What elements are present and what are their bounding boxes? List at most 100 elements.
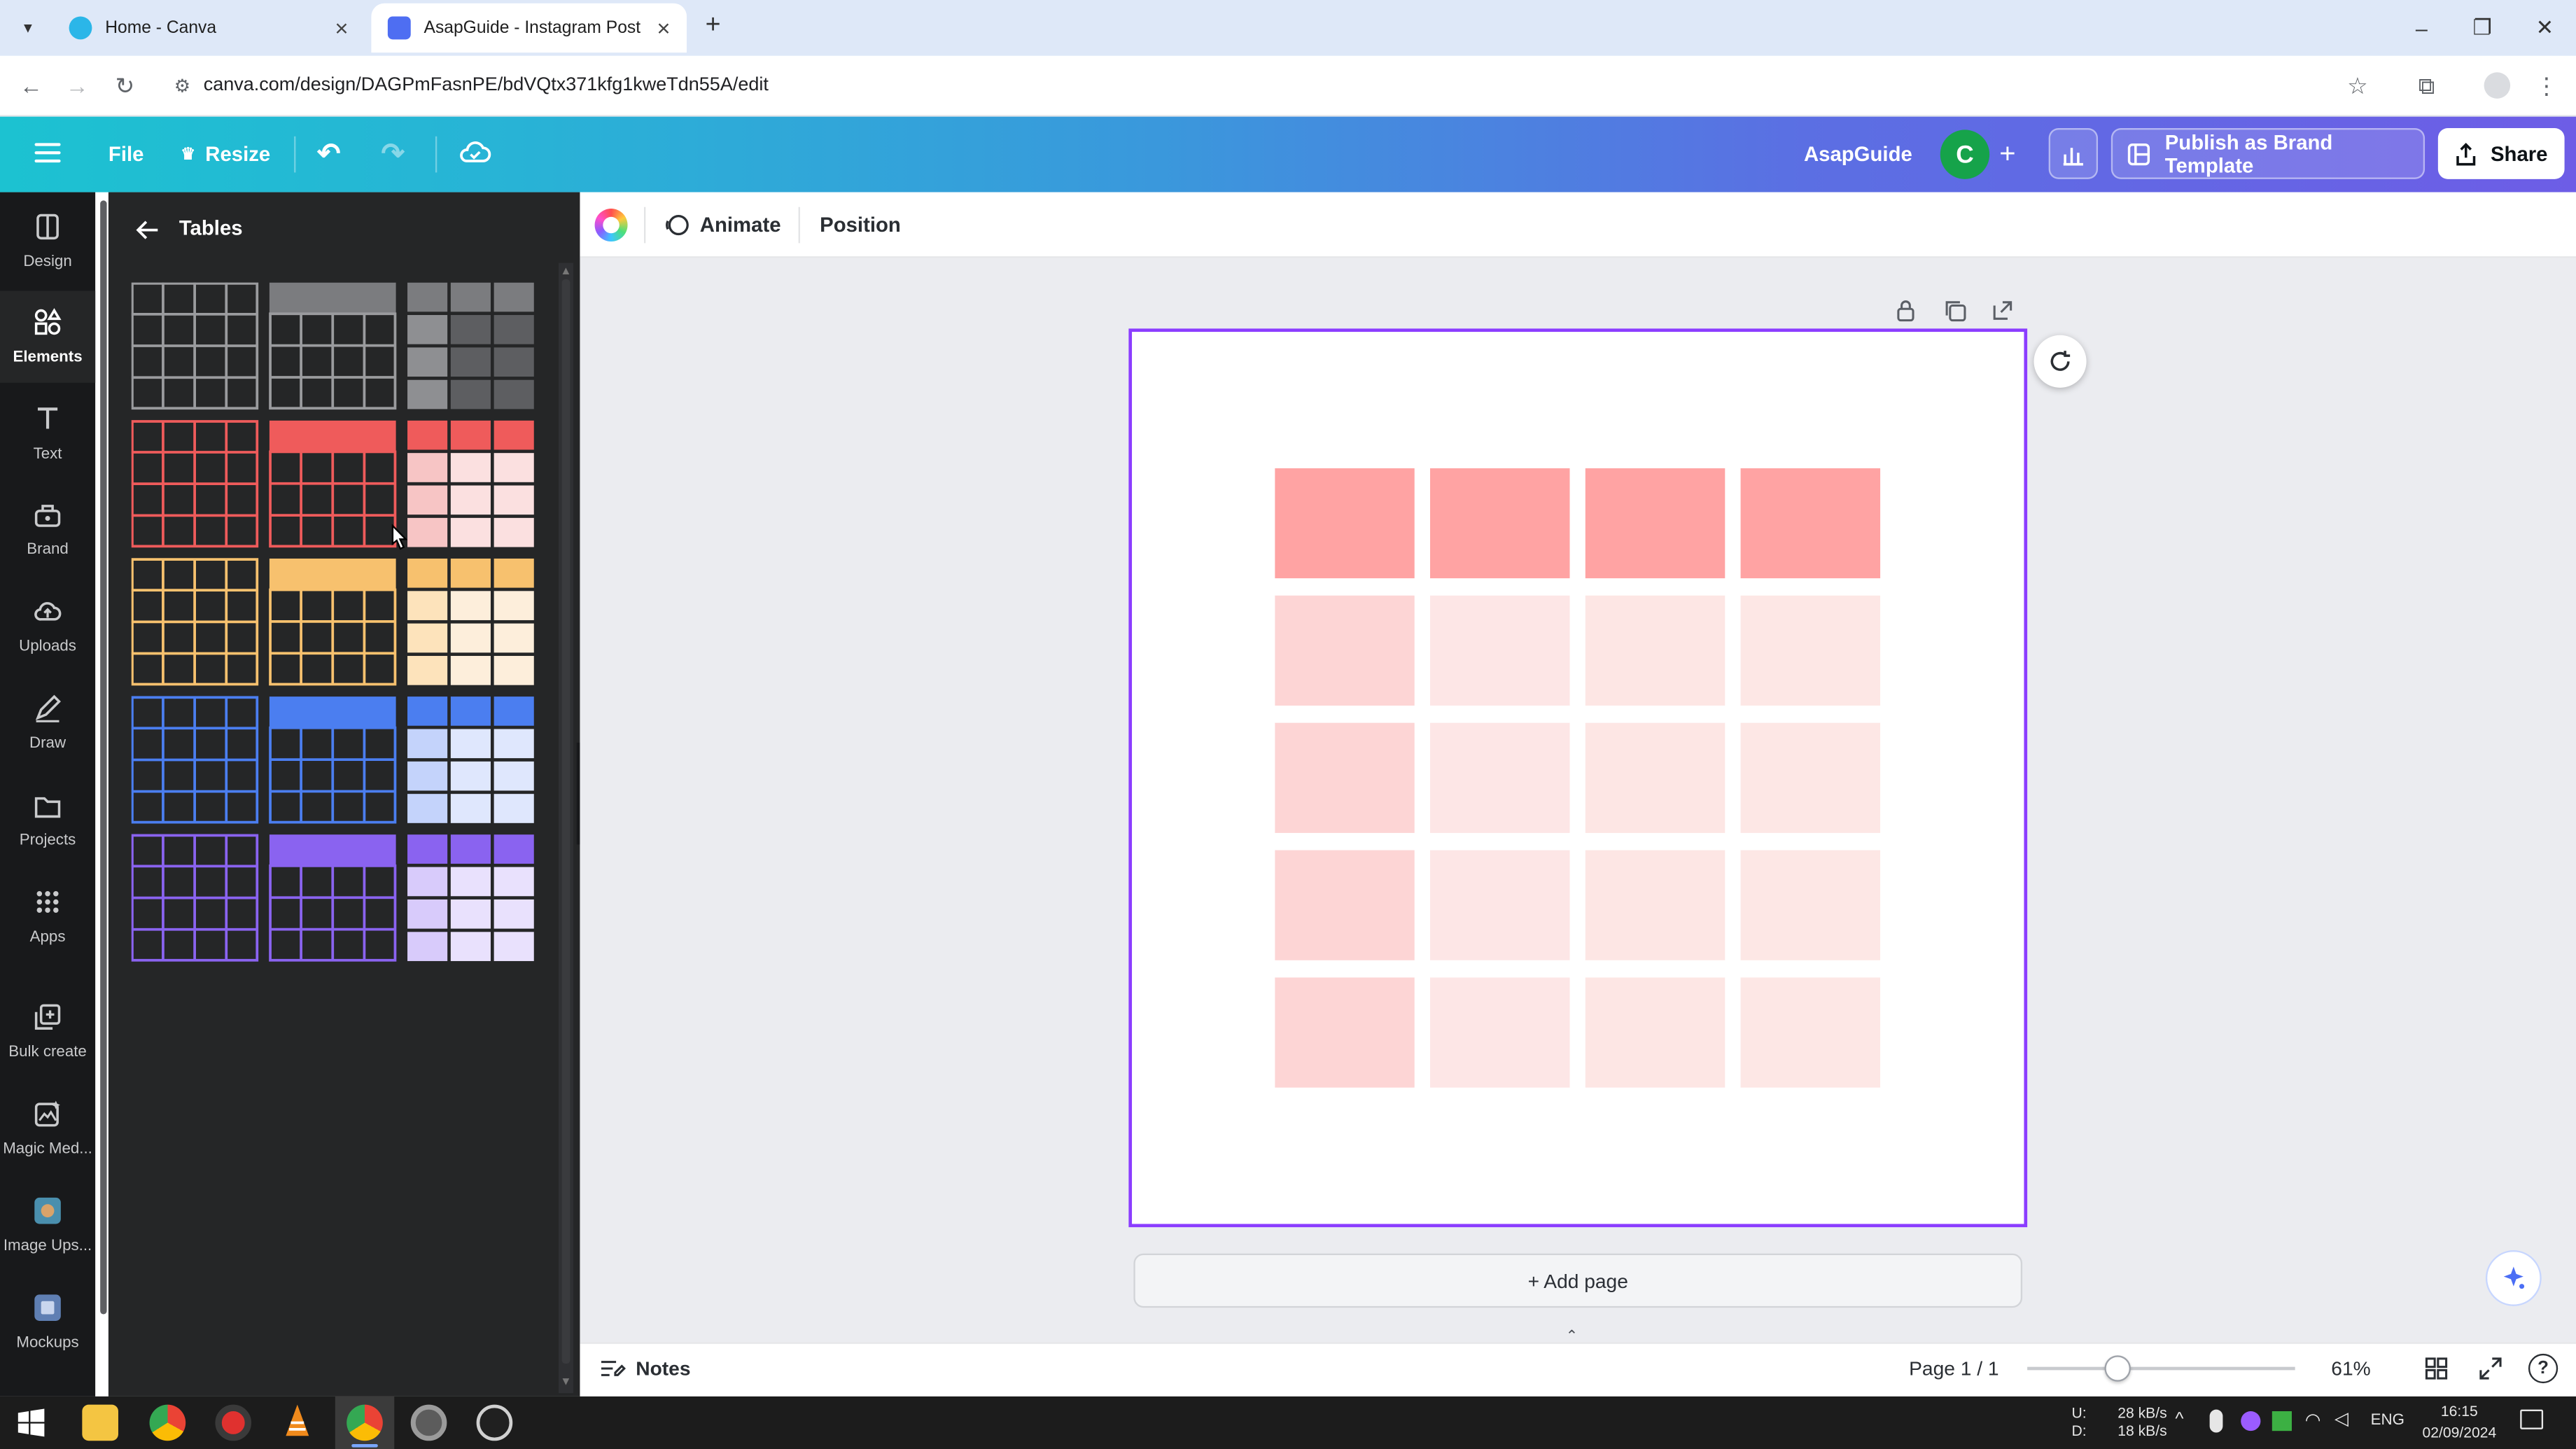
rail-scrollbar[interactable] [100, 200, 107, 1315]
table-cell[interactable] [1430, 850, 1570, 960]
redo-icon[interactable]: ↷ [381, 117, 404, 192]
rail-item-mockups[interactable]: Mockups [0, 1277, 95, 1368]
rail-item-design[interactable]: Design [0, 195, 95, 287]
share-button[interactable]: Share [2437, 128, 2565, 179]
table-thumb-header-blue[interactable] [269, 696, 397, 824]
table-header-cell[interactable] [1585, 468, 1726, 579]
recorder-icon[interactable] [215, 1404, 252, 1441]
table-cell[interactable] [1740, 977, 1881, 1088]
page-indicator[interactable]: Page 1 / 1 [1909, 1354, 1998, 1383]
panel-back-icon[interactable] [134, 215, 164, 244]
windows-start-icon[interactable] [16, 1408, 46, 1437]
table-thumb-filled-blue[interactable] [407, 696, 534, 823]
avatar[interactable]: C [1940, 130, 1990, 179]
table-thumb-outline-orange[interactable] [131, 558, 259, 686]
table-thumb-filled-purple[interactable] [407, 834, 534, 961]
magic-assistant-button[interactable] [2485, 1250, 2542, 1306]
notes-button[interactable]: Notes [600, 1354, 691, 1383]
zoom-percentage[interactable]: 61% [2331, 1354, 2370, 1383]
add-page-button[interactable]: + Add page [1133, 1253, 2023, 1308]
table-thumb-outline-purple[interactable] [131, 834, 259, 962]
canvas-table[interactable] [1275, 468, 1882, 1089]
table-cell[interactable] [1430, 722, 1570, 833]
vlc-icon[interactable] [279, 1401, 316, 1441]
table-thumb-header-orange[interactable] [269, 558, 397, 686]
file-menu-button[interactable]: File [108, 117, 144, 192]
rail-item-brand[interactable]: Brand [0, 483, 95, 575]
scroll-up-icon[interactable]: ▲ [560, 266, 571, 277]
notifications-icon[interactable] [2520, 1409, 2544, 1429]
volume-icon[interactable]: ◁ [2334, 1408, 2348, 1429]
invite-plus-icon[interactable]: + [1991, 138, 2024, 171]
close-tab-icon[interactable]: × [335, 15, 348, 41]
file-explorer-icon[interactable] [82, 1404, 118, 1441]
table-header-cell[interactable] [1430, 468, 1570, 579]
table-thumb-outline-red[interactable] [131, 420, 259, 548]
rail-item-projects[interactable]: Projects [0, 774, 95, 865]
table-thumb-filled-orange[interactable] [407, 558, 534, 685]
browser-menu-icon[interactable]: ⋮ [2528, 67, 2565, 104]
rail-item-apps[interactable]: Apps [0, 871, 95, 962]
table-thumb-filled-red[interactable] [407, 420, 534, 547]
wifi-icon[interactable]: ◠ [2305, 1410, 2321, 1431]
clock[interactable]: 16:15 02/09/2024 [2418, 1401, 2500, 1444]
animate-button[interactable]: Animate [664, 209, 781, 241]
position-button[interactable]: Position [820, 209, 901, 241]
zoom-slider-track[interactable] [2027, 1366, 2295, 1371]
app-icon[interactable] [410, 1404, 447, 1441]
tab-search-icon[interactable]: ▾ [13, 13, 43, 43]
table-cell[interactable] [1585, 977, 1726, 1088]
table-cell[interactable] [1740, 595, 1881, 706]
table-thumb-filled-gray[interactable] [407, 282, 534, 410]
main-menu-icon[interactable] [33, 138, 62, 167]
table-cell[interactable] [1585, 850, 1726, 960]
table-thumb-outline-gray[interactable] [131, 282, 259, 410]
comment-refresh-button[interactable] [2033, 335, 2087, 388]
table-cell[interactable] [1585, 595, 1726, 706]
language-indicator[interactable]: ENG [2371, 1411, 2404, 1429]
color-picker-icon[interactable] [594, 209, 628, 241]
lock-icon[interactable] [1889, 294, 1922, 327]
table-thumb-header-red[interactable] [269, 420, 397, 548]
url-bar[interactable]: ⚙ canva.com/design/DAGPmFasnPE/bdVQtx371… [164, 64, 2399, 107]
close-tab-icon[interactable]: × [657, 15, 670, 41]
tray-app-icon[interactable] [2272, 1411, 2292, 1432]
chrome-active-icon[interactable] [346, 1404, 383, 1441]
new-tab-button[interactable]: + [696, 10, 729, 43]
table-cell[interactable] [1740, 850, 1881, 960]
table-cell[interactable] [1740, 722, 1881, 833]
tray-chevron-icon[interactable]: ^ [2175, 1410, 2183, 1429]
table-header-cell[interactable] [1740, 468, 1881, 579]
back-icon[interactable]: ← [13, 67, 50, 104]
rail-item-elements[interactable]: Elements [0, 290, 96, 383]
table-cell[interactable] [1275, 595, 1415, 706]
table-cell[interactable] [1275, 850, 1415, 960]
panel-scrollbar[interactable] [561, 279, 570, 1364]
publish-brand-template-button[interactable]: Publish as Brand Template [2110, 128, 2426, 179]
rail-item-bulk-create[interactable]: Bulk create [0, 986, 95, 1077]
rail-item-magic-med[interactable]: Magic Med... [0, 1083, 95, 1175]
extensions-icon[interactable]: ⧉ [2409, 67, 2445, 104]
add-page-icon[interactable] [1986, 294, 2019, 327]
rail-item-uploads[interactable]: Uploads [0, 580, 95, 671]
restore-icon[interactable]: ❐ [2451, 0, 2514, 56]
fullscreen-icon[interactable] [2477, 1355, 2504, 1382]
scroll-down-icon[interactable]: ▼ [560, 1377, 571, 1388]
resize-button[interactable]: ♛ Resize [181, 117, 270, 192]
rail-item-text[interactable]: Text [0, 388, 95, 479]
table-header-cell[interactable] [1275, 468, 1415, 579]
table-thumb-outline-blue[interactable] [131, 696, 259, 824]
reload-icon[interactable]: ↻ [107, 67, 144, 104]
site-settings-icon[interactable]: ⚙ [174, 75, 190, 96]
table-cell[interactable] [1275, 722, 1415, 833]
table-cell[interactable] [1430, 977, 1570, 1088]
undo-icon[interactable]: ↶ [317, 117, 340, 192]
grid-view-icon[interactable] [2423, 1355, 2450, 1382]
team-name[interactable]: AsapGuide [1804, 117, 1912, 192]
table-thumb-header-gray[interactable] [269, 282, 397, 410]
obs-icon[interactable] [476, 1404, 513, 1441]
duplicate-page-icon[interactable] [1938, 294, 1971, 327]
window-close-icon[interactable]: ✕ [2514, 0, 2576, 56]
table-thumb-header-purple[interactable] [269, 834, 397, 962]
table-cell[interactable] [1275, 977, 1415, 1088]
